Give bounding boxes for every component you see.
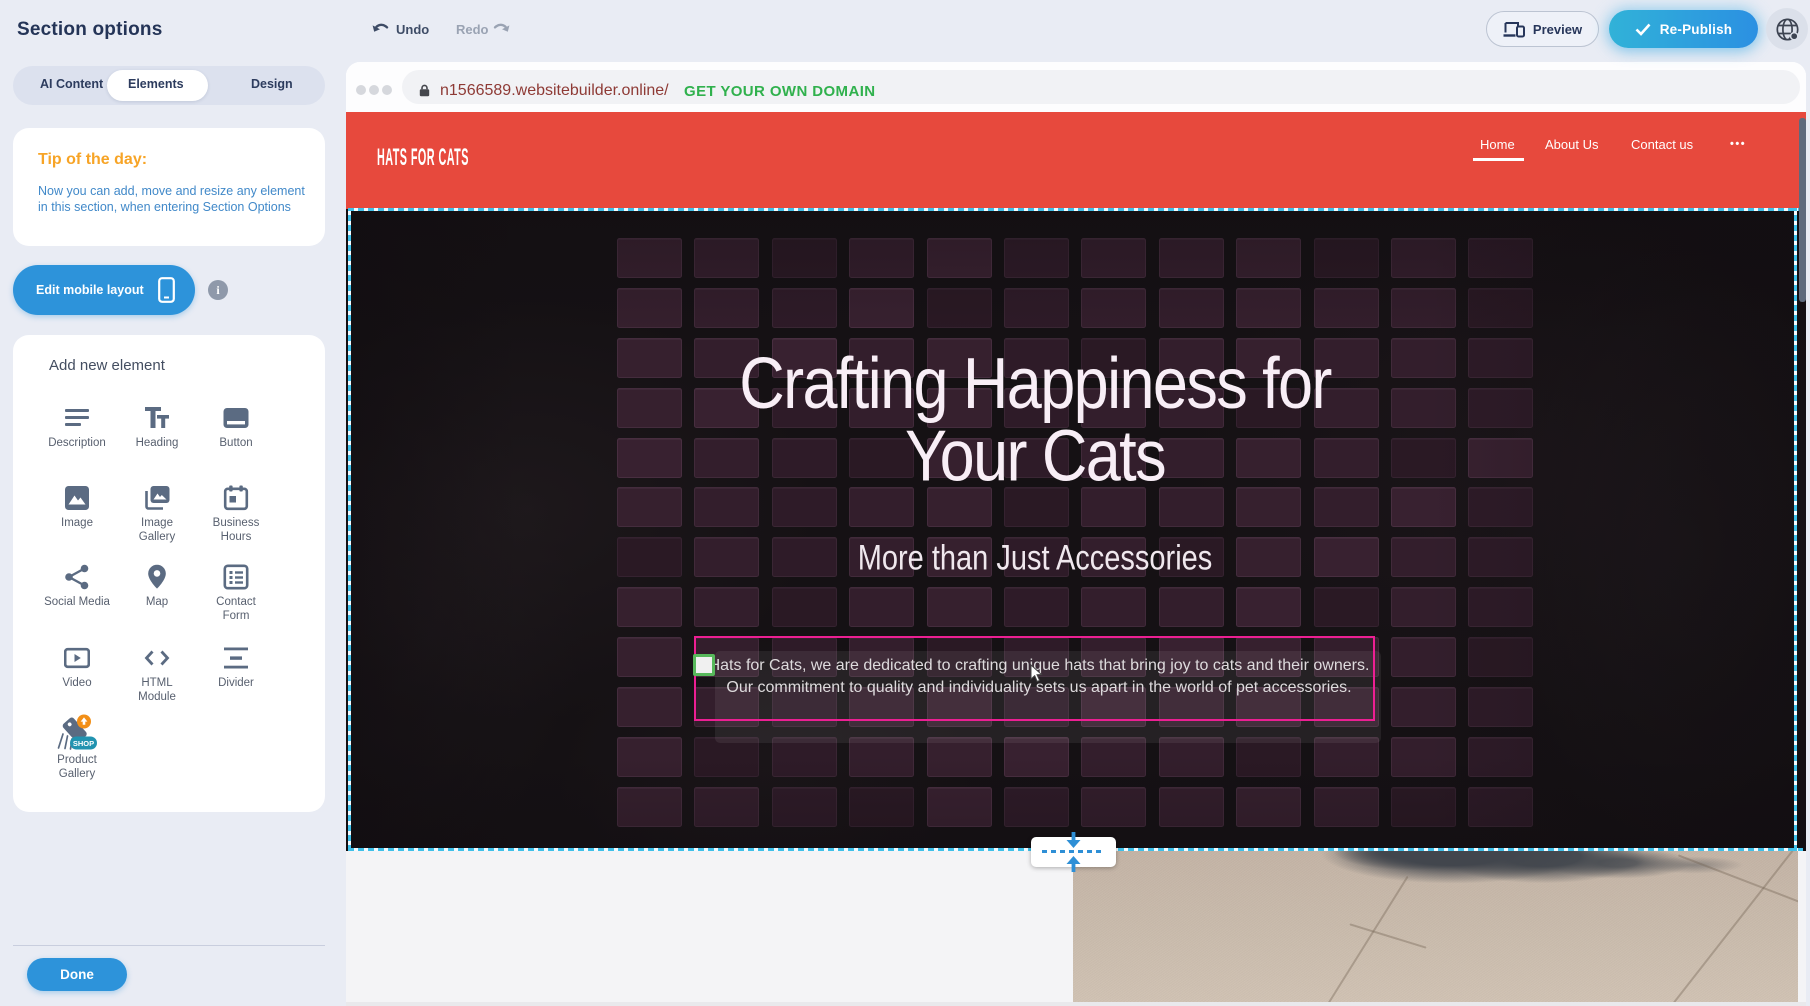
svg-text:SHOP: SHOP bbox=[73, 739, 94, 748]
